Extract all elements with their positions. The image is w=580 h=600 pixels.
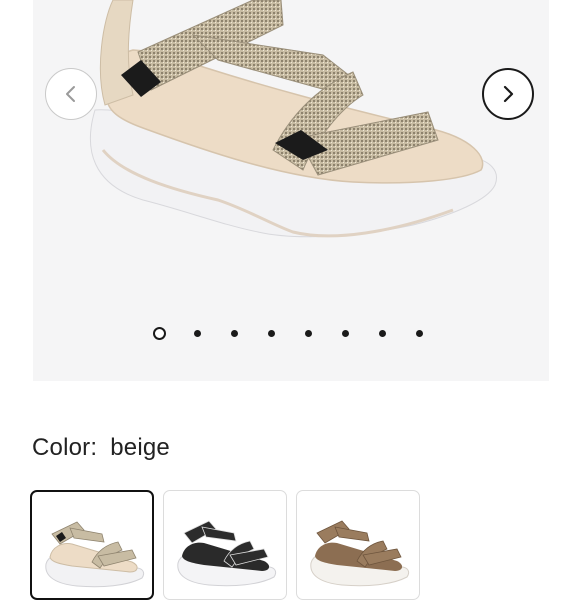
product-image: [89, 0, 497, 238]
color-selection-label: Color: beige: [32, 434, 170, 462]
pagination-dot[interactable]: [268, 330, 275, 337]
next-image-button[interactable]: [482, 68, 534, 120]
chevron-right-icon: [503, 85, 514, 103]
pagination-dot[interactable]: [194, 330, 201, 337]
selected-color-value: beige: [110, 434, 170, 461]
black-sandal-thumbnail: [177, 520, 277, 587]
pagination-dot[interactable]: [416, 330, 423, 337]
pagination-dot[interactable]: [153, 327, 166, 340]
color-label: Color:: [32, 434, 98, 461]
pagination-dot[interactable]: [231, 330, 238, 337]
product-image-gallery[interactable]: [33, 0, 549, 381]
swatch-brown[interactable]: [296, 490, 420, 600]
pagination-dot[interactable]: [379, 330, 386, 337]
brown-sandal-thumbnail: [310, 520, 410, 587]
beige-sandal-thumbnail: [45, 521, 145, 588]
pagination-dot[interactable]: [342, 330, 349, 337]
swatch-beige[interactable]: [30, 490, 154, 600]
chevron-left-icon: [66, 86, 75, 102]
pagination-dot[interactable]: [305, 330, 312, 337]
swatch-black[interactable]: [163, 490, 287, 600]
previous-image-button[interactable]: [45, 68, 97, 120]
image-pagination-dots: [33, 324, 549, 344]
